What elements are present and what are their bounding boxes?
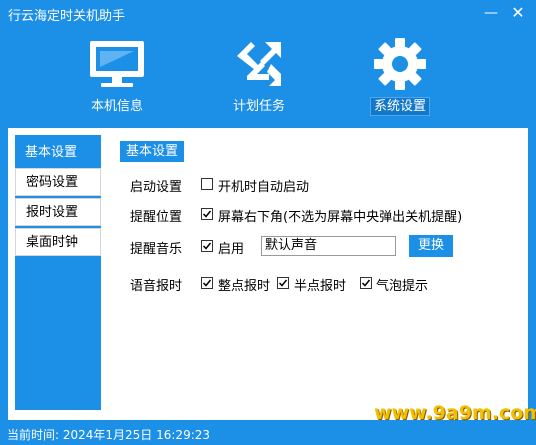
settings-panel: 基本设置 密码设置 报时设置 桌面时钟 基本设置 启动设置 开机时自动启动 提醒… <box>8 128 528 420</box>
sidebar-item-password-settings[interactable]: 密码设置 <box>15 168 101 196</box>
sidebar-item-basic-settings[interactable]: 基本设置 <box>15 139 101 167</box>
checkmark-icon <box>202 279 212 287</box>
monitor-icon <box>87 38 147 90</box>
half-hour-announce-label: 半点报时 <box>294 279 347 294</box>
checkmark-icon <box>202 242 212 250</box>
window-title: 行云海定时关机助手 <box>8 9 126 24</box>
sidebar-item-desktop-clock[interactable]: 桌面时钟 <box>15 228 101 256</box>
sidebar-item-time-announcement[interactable]: 报时设置 <box>15 198 101 226</box>
voice-time-label: 语音报时 <box>130 279 183 294</box>
half-hour-announce-checkbox[interactable] <box>277 277 289 289</box>
gear-icon <box>370 38 430 90</box>
hourly-announce-checkbox[interactable] <box>201 277 213 289</box>
close-button[interactable]: ✕ <box>507 2 529 24</box>
toolbar-label-scheduled-tasks: 计划任务 <box>232 99 285 114</box>
reminder-sound-label: 提醒音乐 <box>130 242 183 257</box>
sound-name-field[interactable]: 默认声音 <box>261 236 396 256</box>
bubble-tip-label: 气泡提示 <box>376 279 429 294</box>
checkmark-icon <box>202 210 212 218</box>
toolbar-item-scheduled-tasks[interactable]: 计划任务 <box>204 38 314 118</box>
startup-option-label: 开机时自动启动 <box>218 180 310 195</box>
reminder-sound-enable-checkbox[interactable] <box>201 240 213 252</box>
startup-checkbox[interactable] <box>201 178 213 190</box>
toolbar-label-system-settings: 系统设置 <box>369 97 430 116</box>
title-bar: 行云海定时关机助手 — ✕ <box>0 0 536 28</box>
startup-label: 启动设置 <box>130 180 183 195</box>
reminder-position-label: 提醒位置 <box>130 210 183 225</box>
change-sound-button[interactable]: 更换 <box>409 235 453 257</box>
toolbar-item-system-settings[interactable]: 系统设置 <box>345 38 455 118</box>
minimize-button[interactable]: — <box>480 2 502 24</box>
reminder-position-checkbox[interactable] <box>201 208 213 220</box>
toolbar-label-machine-info: 本机信息 <box>90 99 143 114</box>
site-watermark: www.9a9m.com <box>374 402 536 424</box>
settings-sidebar: 基本设置 密码设置 报时设置 桌面时钟 <box>15 135 101 410</box>
current-time-text: 当前时间: 2024年1月25日 16:29:23 <box>7 428 211 442</box>
checkmark-icon <box>361 279 371 287</box>
toolbar-item-machine-info[interactable]: 本机信息 <box>62 38 172 118</box>
hourly-announce-label: 整点报时 <box>218 279 271 294</box>
section-title: 基本设置 <box>120 141 185 162</box>
reminder-sound-enable-label: 启用 <box>218 242 245 257</box>
bubble-tip-checkbox[interactable] <box>360 277 372 289</box>
reminder-position-option-label: 屏幕右下角(不选为屏幕中央弹出关机提醒) <box>218 210 463 225</box>
schedule-arrows-icon <box>229 38 289 90</box>
checkmark-icon <box>278 279 288 287</box>
